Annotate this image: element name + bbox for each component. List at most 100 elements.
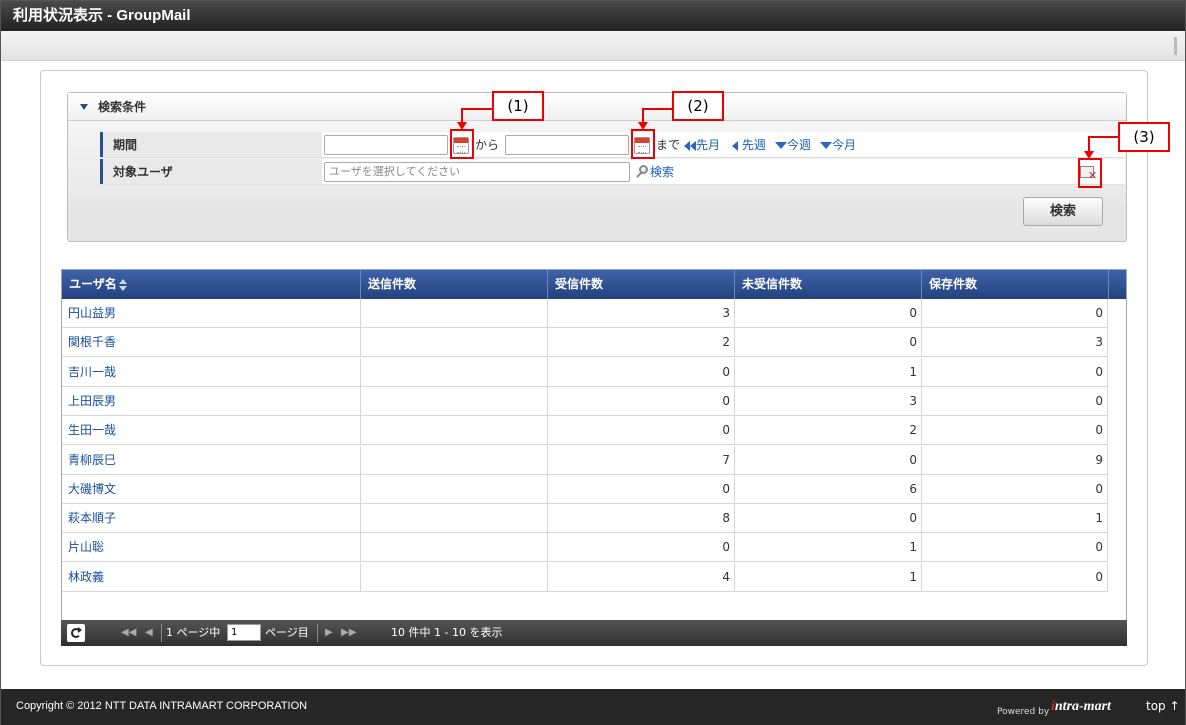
user-name-link[interactable]: 上田辰男 <box>62 386 361 416</box>
footer: Copyright © 2012 NTT DATA INTRAMART CORP… <box>1 689 1185 725</box>
search-conditions-title: 検索条件 <box>98 100 147 114</box>
collapse-triangle-icon <box>80 104 88 110</box>
callout-line-1v <box>461 109 463 123</box>
callout-line-2v <box>642 109 644 123</box>
col-header-unreceived[interactable]: 未受信件数 <box>735 270 922 299</box>
prev-week-link[interactable]: 先週 <box>732 135 766 155</box>
this-week-label: 今週 <box>787 138 812 152</box>
sent-count <box>361 445 548 475</box>
target-user-value: ユーザを選択してください 検索 ✕ <box>322 159 1125 184</box>
sent-count <box>361 299 548 328</box>
sent-count <box>361 533 548 563</box>
pager-separator-2 <box>317 624 318 642</box>
col-header-saved[interactable]: 保存件数 <box>922 270 1109 299</box>
period-label: 期間 <box>100 132 322 157</box>
user-select-input[interactable]: ユーザを選択してください <box>324 162 630 182</box>
unreceived-count: 0 <box>735 299 922 328</box>
prev-page-icon[interactable]: ◀ <box>145 620 153 646</box>
user-name-link[interactable]: 片山聡 <box>62 533 361 563</box>
callout-highlight-2 <box>631 129 655 159</box>
callout-line-1h <box>461 108 493 110</box>
unreceived-count: 1 <box>735 562 922 592</box>
sent-count <box>361 386 548 416</box>
sent-count <box>361 328 548 358</box>
user-name-link[interactable]: 関根千香 <box>62 328 361 358</box>
received-count: 4 <box>548 562 735 592</box>
user-name-link[interactable]: 吉川一哉 <box>62 357 361 387</box>
saved-count: 0 <box>922 299 1108 328</box>
saved-count: 1 <box>922 504 1108 534</box>
magnifier-icon[interactable] <box>635 165 649 179</box>
sent-count <box>361 357 548 387</box>
col-header-sent[interactable]: 送信件数 <box>361 270 548 299</box>
unreceived-count: 1 <box>735 533 922 563</box>
down-icon <box>775 142 787 149</box>
intra-mart-logo: intra-mart <box>1051 699 1111 715</box>
first-page-icon[interactable]: ◀◀ <box>121 620 136 646</box>
target-user-row: 対象ユーザ ユーザを選択してください 検索 ✕ <box>100 159 1125 185</box>
copyright-text: Copyright © 2012 NTT DATA INTRAMART CORP… <box>16 700 308 712</box>
table-row: 生田一哉 0 2 0 <box>62 416 1108 446</box>
period-row: 期間 から まで 先月 先週 今週 今月 <box>100 132 1125 158</box>
until-text: まで <box>656 138 681 152</box>
pager-summary: 10 件中 1 - 10 を表示 <box>391 626 503 639</box>
received-count: 7 <box>548 445 735 475</box>
sent-count <box>361 562 548 592</box>
received-count: 0 <box>548 386 735 416</box>
user-name-link[interactable]: 生田一哉 <box>62 416 361 446</box>
callout-2: (2) <box>672 91 724 121</box>
sort-icon[interactable] <box>118 278 127 291</box>
period-value: から まで 先月 先週 今週 今月 <box>322 132 1125 157</box>
user-search-link[interactable]: 検索 <box>650 162 674 182</box>
unreceived-count: 0 <box>735 504 922 534</box>
received-count: 0 <box>548 416 735 446</box>
saved-count: 0 <box>922 386 1108 416</box>
refresh-icon[interactable] <box>67 624 85 642</box>
callout-highlight-1 <box>450 129 474 159</box>
user-name-link[interactable]: 青柳辰巳 <box>62 445 361 475</box>
unreceived-count: 1 <box>735 357 922 387</box>
page-prefix: 1 ページ中 <box>166 626 221 639</box>
table-row: 青柳辰巳 7 0 9 <box>62 445 1108 475</box>
col-header-received[interactable]: 受信件数 <box>548 270 735 299</box>
next-page-icon[interactable]: ▶ <box>325 620 333 646</box>
prev-month-link[interactable]: 先月 <box>684 135 720 155</box>
left-icon <box>732 140 738 151</box>
from-text: から <box>475 138 500 152</box>
period-to-input[interactable] <box>505 135 629 155</box>
received-count: 8 <box>548 504 735 534</box>
page-number-input[interactable]: 1 <box>227 624 261 641</box>
search-button[interactable]: 検索 <box>1023 197 1103 226</box>
user-name-link[interactable]: 円山益男 <box>62 299 361 328</box>
unreceived-count: 3 <box>735 386 922 416</box>
toolbar-edge <box>1174 37 1177 55</box>
user-name-link[interactable]: 萩本順子 <box>62 504 361 534</box>
received-count: 0 <box>548 474 735 504</box>
saved-count: 0 <box>922 562 1108 592</box>
callout-highlight-3 <box>1078 158 1102 188</box>
saved-count: 0 <box>922 416 1108 446</box>
window-title: 利用状況表示 - GroupMail <box>1 1 1185 31</box>
last-page-icon[interactable]: ▶▶ <box>341 620 356 646</box>
user-name-link[interactable]: 林政義 <box>62 562 361 592</box>
unreceived-count: 0 <box>735 328 922 358</box>
powered-by-text: Powered by <box>997 707 1050 717</box>
this-month-link[interactable]: 今月 <box>820 135 856 155</box>
pager-bar: ◀◀ ◀ 1 ページ中 1 ページ目 ▶ ▶▶ 10 件中 1 - 10 を表示 <box>61 620 1127 646</box>
user-name-link[interactable]: 大磯博文 <box>62 474 361 504</box>
callout-line-2h <box>642 108 674 110</box>
callout-line-3h <box>1088 136 1120 138</box>
received-count: 3 <box>548 299 735 328</box>
table-row: 大磯博文 0 6 0 <box>62 474 1108 504</box>
top-link[interactable]: top ↑ <box>1146 699 1180 713</box>
callout-1: (1) <box>492 91 544 121</box>
unreceived-count: 6 <box>735 474 922 504</box>
search-conditions-header[interactable]: 検索条件 <box>68 93 1126 121</box>
period-from-input[interactable] <box>324 135 448 155</box>
this-month-label: 今月 <box>832 138 857 152</box>
col-header-user[interactable]: ユーザ名 <box>62 270 361 299</box>
this-week-link[interactable]: 今週 <box>775 135 811 155</box>
col-user-label: ユーザ名 <box>69 277 117 291</box>
table-row: 萩本順子 8 0 1 <box>62 504 1108 534</box>
sent-count <box>361 416 548 446</box>
